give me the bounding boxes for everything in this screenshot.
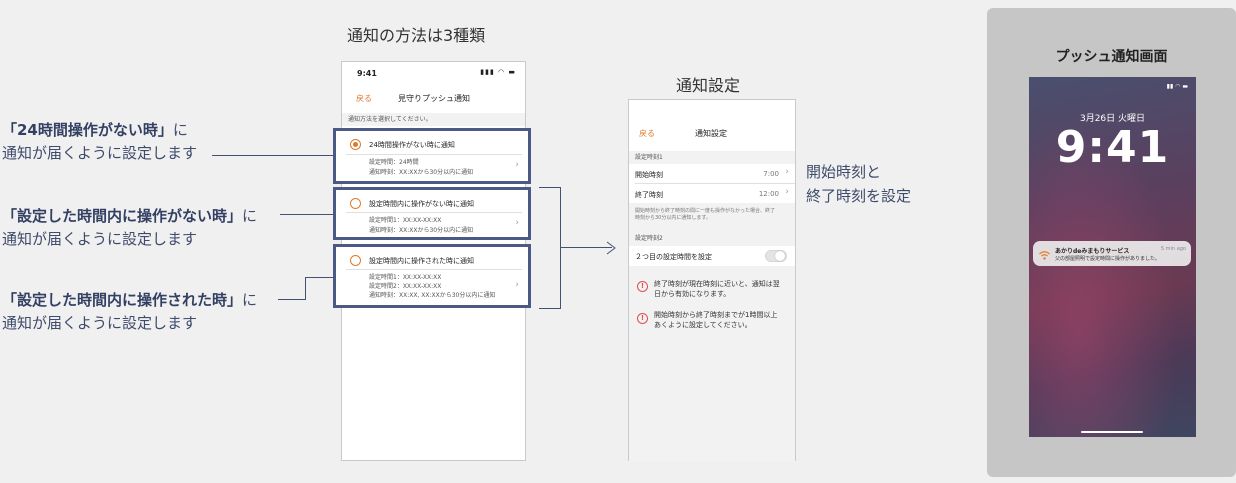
chevron-right-icon: › bbox=[785, 167, 789, 177]
second-time-row: ２つ目の設定時間を設定 bbox=[629, 246, 795, 266]
annotation-line2: 通知が届くように設定します bbox=[2, 144, 198, 162]
bracket-line bbox=[539, 187, 560, 188]
option-detail: 通知時刻：XX:XXから30分以内に通知 bbox=[369, 169, 474, 176]
notification-app-name: あかりdeみまもりサービス bbox=[1055, 248, 1130, 255]
warning-line: あくように設定してください。 bbox=[654, 321, 752, 329]
bracket-line bbox=[539, 308, 560, 309]
option-title: 24時間操作がない時に通知 bbox=[369, 141, 455, 149]
radio-unselected-icon bbox=[350, 198, 361, 209]
start-time-label: 開始時刻 bbox=[635, 171, 663, 179]
status-time: 9:41 bbox=[357, 69, 377, 78]
annotation-operated: 「設定した時間内に操作された時」に 通知が届くように設定します bbox=[2, 289, 257, 335]
chevron-right-icon: › bbox=[515, 280, 519, 290]
end-time-value: 12:00 bbox=[758, 190, 779, 198]
section-header: 設定時刻2 bbox=[629, 229, 795, 246]
settings-title: 通知設定 bbox=[676, 76, 741, 95]
section-header: 設定時刻1 bbox=[629, 151, 795, 164]
settings-note-line: 開始時刻と bbox=[806, 163, 882, 181]
back-button[interactable]: 戻る bbox=[356, 93, 372, 104]
option-title: 設定時間内に操作された時に通知 bbox=[369, 257, 474, 265]
start-time-row[interactable]: 開始時刻 7:00 › bbox=[629, 164, 795, 183]
option-operated[interactable]: 設定時間内に操作された時に通知 設定時間1：XX:XX-XX:XX 設定時間2：… bbox=[333, 244, 531, 308]
description-line: 時刻から30分以内に通知します。 bbox=[635, 215, 711, 221]
push-panel: プッシュ通知画面 ▮▮ ◠ ▬ 3月26日 火曜日 9:41 あかりdeみまもり… bbox=[987, 8, 1236, 477]
wifi-app-icon bbox=[1038, 247, 1051, 260]
description-line: 開始時刻から終了時刻の間に一度も操作がなかった場合、終了 bbox=[635, 208, 776, 214]
home-indicator[interactable] bbox=[1081, 431, 1143, 433]
lock-time: 9:41 bbox=[1055, 122, 1170, 173]
warning-area: ! 終了時刻が現在時刻に近いと、通知は翌 日から有効になります。 ! 開始時刻か… bbox=[629, 266, 795, 462]
connector-line bbox=[305, 277, 306, 300]
annotation-line2: 通知が届くように設定します bbox=[2, 230, 198, 248]
chevron-right-icon: › bbox=[515, 160, 519, 170]
divider bbox=[346, 212, 522, 213]
option-detail: 設定時間1：XX:XX-XX:XX bbox=[369, 217, 442, 224]
warning-line: 開始時刻から終了時刻までが1時間以上 bbox=[654, 311, 778, 319]
chevron-right-icon: › bbox=[785, 187, 789, 197]
status-icons: ▮▮▮ ◠ ▬ bbox=[480, 68, 516, 76]
annotation-line2: 通知が届くように設定します bbox=[2, 314, 198, 332]
back-button[interactable]: 戻る bbox=[639, 128, 655, 139]
connector-line bbox=[280, 214, 334, 215]
start-time-value: 7:00 bbox=[763, 170, 779, 178]
status-icons: ▮▮ ◠ ▬ bbox=[1166, 83, 1188, 90]
option-detail: 通知時刻：XX:XX, XX:XXから30分以内に通知 bbox=[369, 292, 496, 299]
settings-note-line: 終了時刻を設定 bbox=[806, 187, 912, 205]
screen-title: 通知設定 bbox=[695, 129, 727, 138]
annotation-tail: に bbox=[242, 207, 258, 225]
lock-screen: ▮▮ ◠ ▬ 3月26日 火曜日 9:41 あかりdeみまもりサービス 5 mi… bbox=[1029, 77, 1196, 437]
option-detail: 設定時間：24時間 bbox=[369, 159, 419, 166]
notification-body: 父の部屋照明で設定時間に操作がありました。 bbox=[1055, 256, 1161, 262]
divider bbox=[346, 154, 522, 155]
option-detail: 設定時間1：XX:XX-XX:XX bbox=[369, 274, 442, 281]
connector-line bbox=[278, 299, 306, 300]
radio-unselected-icon bbox=[350, 255, 361, 266]
second-time-label: ２つ目の設定時間を設定 bbox=[635, 253, 712, 261]
divider bbox=[346, 269, 522, 270]
annotation-strong: 「設定した時間内に操作がない時」 bbox=[2, 207, 243, 225]
connector-line bbox=[212, 155, 334, 156]
option-title: 設定時間内に操作がない時に通知 bbox=[369, 200, 474, 208]
annotation-strong: 「24時間操作がない時」 bbox=[2, 121, 173, 139]
annotation-tail: に bbox=[172, 121, 188, 139]
warning-icon: ! bbox=[637, 313, 648, 324]
option-detail: 設定時間2：XX:XX-XX:XX bbox=[369, 283, 442, 290]
warning-icon: ! bbox=[637, 281, 648, 292]
settings-note: 開始時刻と 終了時刻を設定 bbox=[806, 160, 911, 208]
push-notification[interactable]: あかりdeみまもりサービス 5 min ago 父の部屋照明で設定時間に操作があ… bbox=[1033, 241, 1191, 266]
notification-time: 5 min ago bbox=[1160, 246, 1186, 252]
end-time-row[interactable]: 終了時刻 12:00 › bbox=[629, 184, 795, 203]
warning-line: 終了時刻が現在時刻に近いと、通知は翌 bbox=[654, 280, 780, 288]
annotation-24h: 「24時間操作がない時」に 通知が届くように設定します bbox=[2, 119, 197, 165]
phone-screen-settings: 戻る 通知設定 設定時刻1 開始時刻 7:00 › 終了時刻 12:00 › 開… bbox=[628, 99, 796, 462]
push-title: プッシュ通知画面 bbox=[1055, 49, 1168, 65]
connector-line bbox=[305, 277, 334, 278]
option-detail: 通知時刻：XX:XXから30分以内に通知 bbox=[369, 227, 474, 234]
radio-selected-icon bbox=[350, 139, 361, 150]
description-block: 開始時刻から終了時刻の間に一度も操作がなかった場合、終了 時刻から30分以内に通… bbox=[629, 203, 795, 229]
methods-title: 通知の方法は3種類 bbox=[347, 26, 486, 45]
annotation-no-operation: 「設定した時間内に操作がない時」に 通知が届くように設定します bbox=[2, 205, 257, 251]
annotation-tail: に bbox=[242, 291, 258, 309]
section-header: 通知方法を選択してください。 bbox=[342, 113, 525, 126]
option-no-operation[interactable]: 設定時間内に操作がない時に通知 設定時間1：XX:XX-XX:XX 通知時刻：X… bbox=[333, 187, 531, 240]
chevron-right-icon: › bbox=[515, 218, 519, 228]
bracket-line bbox=[560, 187, 561, 309]
annotation-strong: 「設定した時間内に操作された時」 bbox=[2, 291, 243, 309]
end-time-label: 終了時刻 bbox=[635, 191, 663, 199]
arrow-right-icon bbox=[605, 240, 617, 255]
screen-title: 見守りプッシュ通知 bbox=[398, 94, 470, 103]
warning-line: 日から有効になります。 bbox=[654, 290, 731, 298]
second-time-toggle[interactable] bbox=[765, 250, 787, 262]
option-24h[interactable]: 24時間操作がない時に通知 設定時間：24時間 通知時刻：XX:XXから30分以… bbox=[333, 128, 531, 184]
